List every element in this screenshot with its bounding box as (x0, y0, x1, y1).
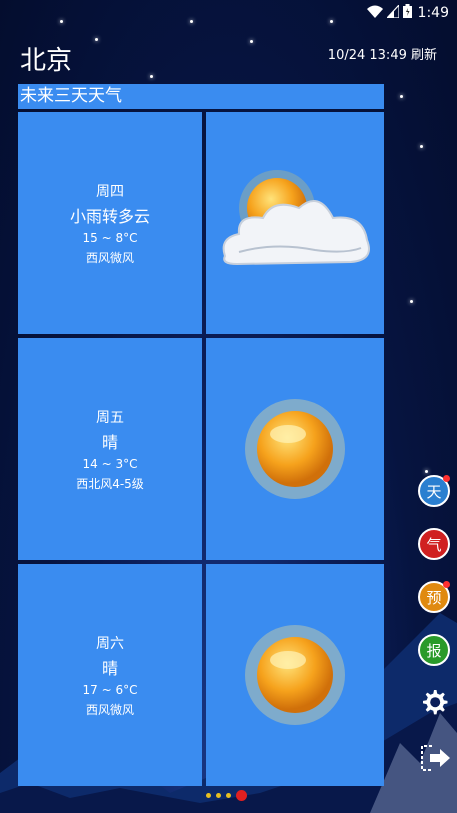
sun-icon (245, 399, 345, 499)
battery-icon (402, 4, 412, 22)
section-title: 未来三天天气 (18, 84, 384, 109)
forecast-info-cell: 周六 晴 17 ~ 6°C 西风微风 (18, 564, 202, 786)
exit-button[interactable] (420, 744, 452, 776)
status-bar: 1:49 (0, 0, 457, 26)
forecast-temp: 17 ~ 6°C (82, 682, 138, 697)
sun-cloud-icon (222, 170, 370, 266)
forecast-wind: 西风微风 (85, 702, 134, 717)
forecast-row[interactable]: 周六 晴 17 ~ 6°C 西风微风 (18, 564, 384, 786)
forecast-row[interactable]: 周五 晴 14 ~ 3°C 西北风4-5级 (18, 338, 384, 560)
forecast-wind: 西风微风 (85, 250, 134, 265)
wifi-icon (366, 5, 383, 22)
yu-button[interactable]: 预 (418, 581, 450, 613)
forecast-temp: 14 ~ 3°C (82, 456, 138, 471)
exit-icon (421, 745, 450, 771)
qi-button[interactable]: 气 (418, 528, 450, 560)
refresh-timestamp[interactable]: 10/24 13:49 刷新 (328, 44, 437, 63)
forecast-icon-cell (206, 112, 384, 334)
forecast-wind: 西北风4-5级 (76, 476, 144, 491)
forecast-day: 周四 (96, 183, 124, 200)
forecast-icon-cell (206, 564, 384, 786)
forecast-icon-cell (206, 338, 384, 560)
page-dot[interactable] (206, 793, 211, 798)
forecast-info-cell: 周四 小雨转多云 15 ~ 8°C 西风微风 (18, 112, 202, 334)
signal-icon (385, 2, 400, 22)
notification-badge (443, 475, 450, 482)
city-title[interactable]: 北京 (20, 40, 72, 77)
forecast-day: 周五 (96, 409, 124, 426)
page-dot[interactable] (226, 793, 231, 798)
status-time: 1:49 (417, 5, 449, 21)
bao-button[interactable]: 报 (418, 634, 450, 666)
tian-button[interactable]: 天 (418, 475, 450, 507)
page-dot[interactable] (216, 793, 221, 798)
yu-label: 预 (426, 588, 442, 607)
gear-icon (423, 690, 448, 715)
page-dot-active[interactable] (236, 790, 247, 801)
forecast-condition: 晴 (101, 432, 118, 452)
tian-label: 天 (426, 482, 442, 501)
bao-label: 报 (426, 641, 442, 660)
forecast-condition: 小雨转多云 (69, 206, 150, 226)
forecast-info-cell: 周五 晴 14 ~ 3°C 西北风4-5级 (18, 338, 202, 560)
qi-label: 气 (426, 535, 442, 554)
forecast-row[interactable]: 周四 小雨转多云 15 ~ 8°C 西风微风 (18, 112, 384, 334)
settings-button[interactable] (420, 688, 448, 720)
forecast-condition: 晴 (101, 658, 118, 678)
notification-badge (443, 581, 450, 588)
forecast-day: 周六 (96, 635, 124, 652)
forecast-temp: 15 ~ 8°C (82, 230, 138, 245)
sun-icon (245, 625, 345, 725)
page-indicator[interactable] (206, 790, 247, 801)
